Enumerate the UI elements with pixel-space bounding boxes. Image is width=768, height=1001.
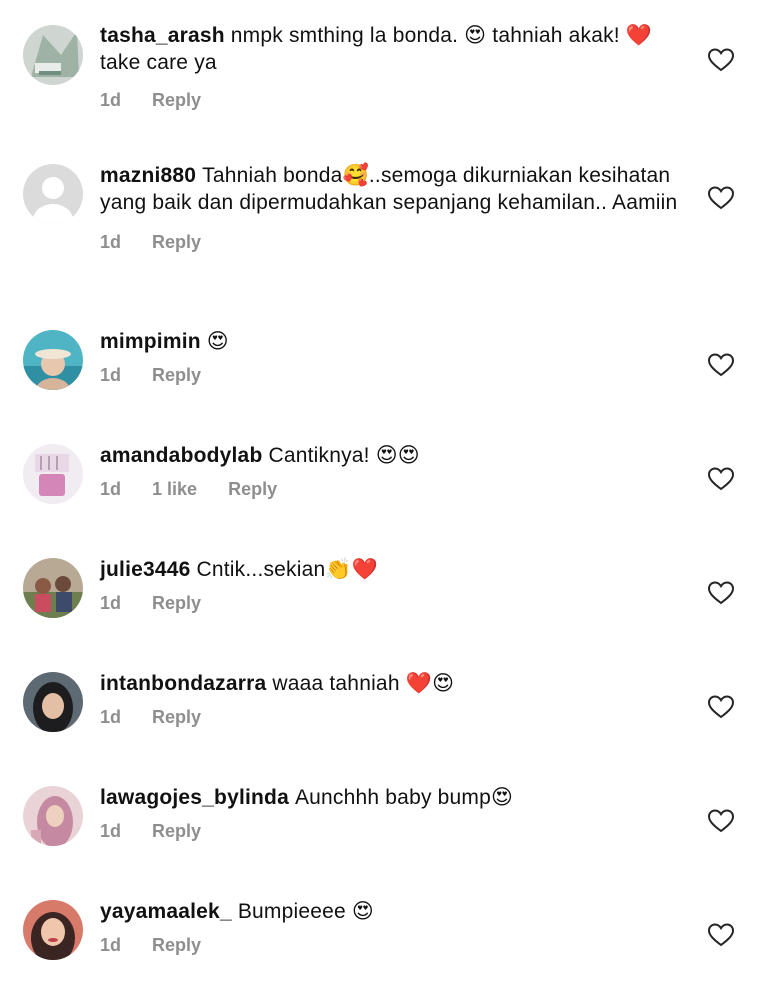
comment-time: 1d [100, 707, 122, 727]
comment-text: lawagojes_bylinda Aunchhh baby bump😍 [100, 784, 690, 811]
comment-username[interactable]: intanbondazarra [100, 672, 266, 695]
comment-text: mazni880 Tahniah bonda🥰..semoga dikurniak… [100, 162, 690, 216]
comment-meta: 1d Reply [100, 365, 690, 386]
heart-outline-icon[interactable] [708, 186, 734, 210]
avatar[interactable] [23, 558, 83, 618]
reply-button[interactable]: Reply [152, 593, 201, 613]
heart-outline-icon[interactable] [708, 467, 734, 491]
comment-body: waaa tahniah ❤️😍 [272, 672, 455, 695]
like-count[interactable]: 1 like [152, 479, 197, 499]
comment-meta: 1d Reply [100, 593, 690, 614]
reply-button[interactable]: Reply [152, 90, 201, 110]
comment-meta: 1d Reply [100, 232, 690, 253]
avatar[interactable] [23, 786, 83, 846]
comment-username[interactable]: lawagojes_bylinda [100, 786, 289, 809]
heart-outline-icon[interactable] [708, 581, 734, 605]
comment-time: 1d [100, 232, 122, 252]
comment-time: 1d [100, 479, 122, 499]
comment-meta: 1d Reply [100, 90, 690, 111]
comment-meta: 1d 1 like Reply [100, 479, 690, 500]
comment-list: tasha_arash nmpk smthing la bonda. 😍 tahn… [0, 0, 768, 1001]
avatar[interactable] [23, 164, 83, 224]
comment-time: 1d [100, 593, 122, 613]
reply-button[interactable]: Reply [152, 821, 201, 841]
avatar[interactable] [23, 672, 83, 732]
avatar[interactable] [23, 330, 83, 390]
comment-text: amandabodylab Cantiknya! 😍😍 [100, 442, 690, 469]
comment-time: 1d [100, 935, 122, 955]
heart-outline-icon[interactable] [708, 695, 734, 719]
avatar[interactable] [23, 25, 83, 85]
comment-body: Aunchhh baby bump😍 [294, 786, 514, 809]
comment-text: tasha_arash nmpk smthing la bonda. 😍 tahn… [100, 22, 690, 76]
heart-outline-icon[interactable] [708, 809, 734, 833]
heart-outline-icon[interactable] [708, 923, 734, 947]
reply-button[interactable]: Reply [152, 232, 201, 252]
comment-body: 😍 [206, 330, 229, 353]
avatar[interactable] [23, 900, 83, 960]
comment-time: 1d [100, 365, 122, 385]
comment-username[interactable]: mimpimin [100, 330, 201, 353]
comment-body: Bumpieeee 😍 [237, 900, 374, 923]
reply-button[interactable]: Reply [152, 365, 201, 385]
heart-outline-icon[interactable] [708, 353, 734, 377]
comment-body: Cntik...sekian👏❤️ [196, 558, 379, 581]
comment-username[interactable]: julie3446 [100, 558, 191, 581]
comment-text: intanbondazarra waaa tahniah ❤️😍 [100, 670, 690, 697]
comment-meta: 1d Reply [100, 707, 690, 728]
comment-username[interactable]: mazni880 [100, 164, 196, 187]
comment-username[interactable]: yayamaalek_ [100, 900, 232, 923]
comment-meta: 1d Reply [100, 935, 690, 956]
reply-button[interactable]: Reply [152, 707, 201, 727]
comment-text: julie3446 Cntik...sekian👏❤️ [100, 556, 690, 583]
comment-text: yayamaalek_ Bumpieeee 😍 [100, 898, 690, 925]
comment-body: Cantiknya! 😍😍 [268, 444, 420, 467]
reply-button[interactable]: Reply [152, 935, 201, 955]
reply-button[interactable]: Reply [228, 479, 277, 499]
comment-username[interactable]: amandabodylab [100, 444, 262, 467]
comment-meta: 1d Reply [100, 821, 690, 842]
comment-time: 1d [100, 821, 122, 841]
avatar[interactable] [23, 444, 83, 504]
comment-username[interactable]: tasha_arash [100, 24, 225, 47]
comment-text: mimpimin 😍 [100, 328, 690, 355]
comment-time: 1d [100, 90, 122, 110]
heart-outline-icon[interactable] [708, 48, 734, 72]
